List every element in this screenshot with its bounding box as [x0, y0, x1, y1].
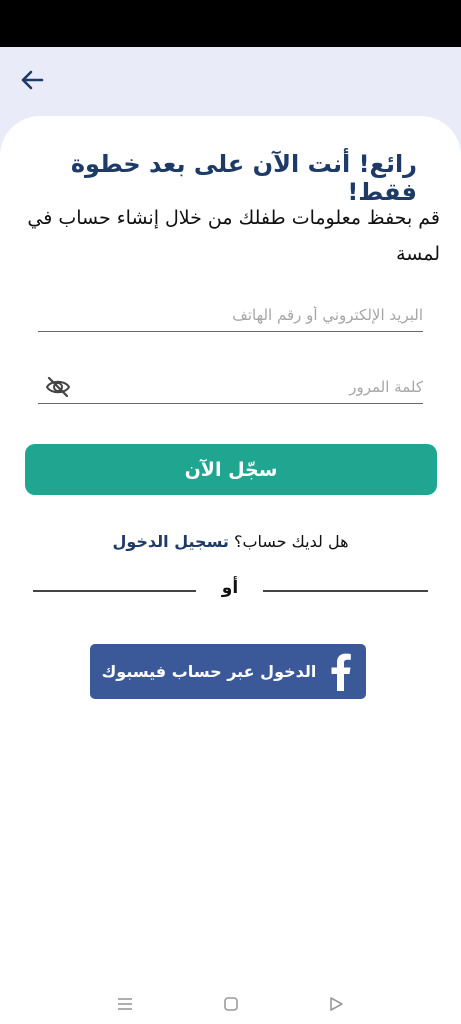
home-square-icon[interactable] [219, 992, 243, 1016]
password-field[interactable] [38, 370, 423, 404]
or-label: أو [221, 578, 239, 598]
back-button[interactable] [14, 64, 50, 96]
divider-left [33, 590, 196, 592]
divider-right [263, 590, 428, 592]
page-subtitle: قم بحفظ معلومات طفلك من خلال إنشاء حساب … [27, 207, 440, 265]
email-field[interactable] [38, 298, 423, 332]
login-prompt-text: هل لديك حساب؟ [233, 532, 349, 551]
system-nav-bar [0, 984, 461, 1024]
facebook-icon [328, 652, 354, 692]
eye-off-icon[interactable] [44, 375, 72, 399]
register-now-button[interactable]: سجّل الآن [25, 444, 437, 495]
back-triangle-icon[interactable] [324, 992, 348, 1016]
facebook-login-button[interactable]: الدخول عبر حساب فيسبوك [90, 644, 366, 699]
email-input[interactable] [38, 298, 423, 331]
facebook-login-label: الدخول عبر حساب فيسبوك [101, 662, 317, 681]
arrow-left-icon [21, 70, 44, 90]
password-input[interactable] [38, 370, 423, 403]
login-link[interactable]: تسجيل الدخول [112, 532, 228, 551]
status-bar [0, 0, 461, 47]
page-title: رائع! أنت الآن على بعد خطوة فقط! [70, 150, 417, 206]
menu-icon[interactable] [113, 992, 137, 1016]
login-prompt-row: هل لديك حساب؟ تسجيل الدخول [0, 532, 461, 551]
